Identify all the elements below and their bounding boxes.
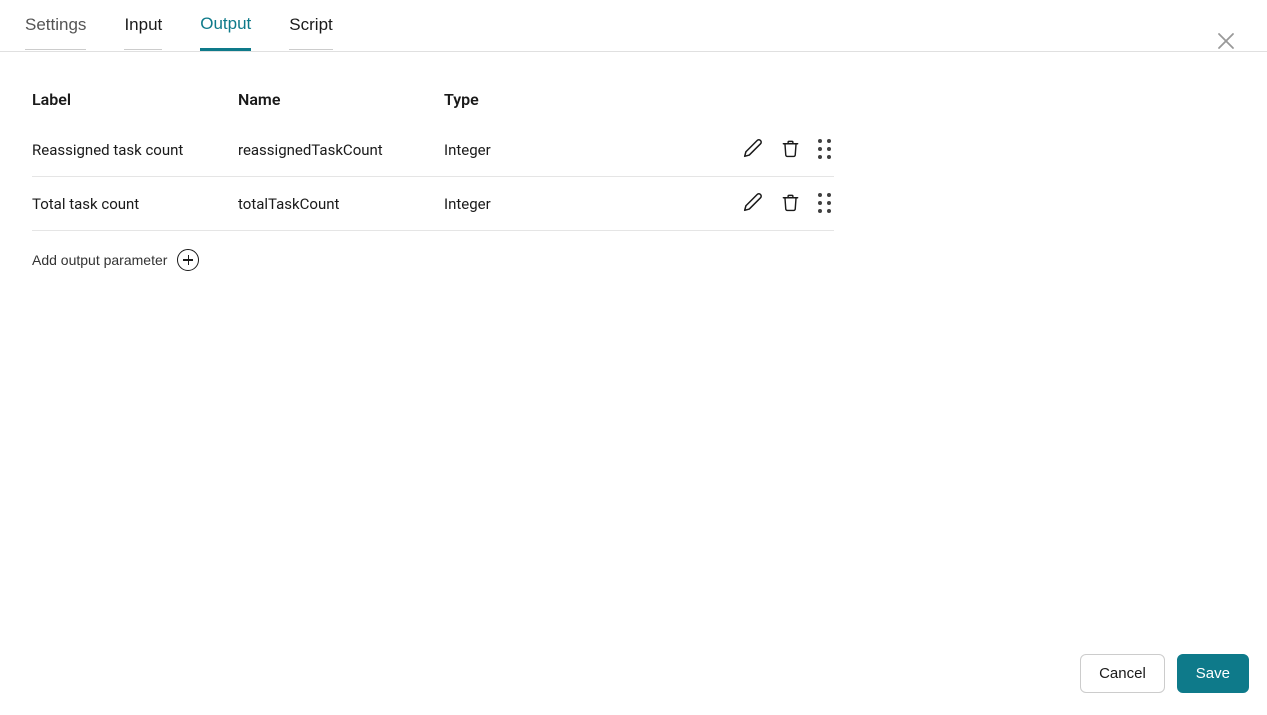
drag-handle[interactable]: [816, 137, 834, 163]
add-output-parameter-button[interactable]: Add output parameter: [32, 249, 199, 271]
column-header-label: Label: [32, 90, 238, 109]
table-header: Label Name Type: [32, 72, 834, 123]
add-output-parameter-label: Add output parameter: [32, 252, 167, 268]
cell-name: totalTaskCount: [238, 195, 444, 213]
delete-button[interactable]: [779, 191, 802, 217]
table-row: Reassigned task count reassignedTaskCoun…: [32, 123, 834, 177]
tabs: Settings Input Output Script: [25, 0, 1242, 51]
tab-output[interactable]: Output: [200, 0, 251, 51]
close-button[interactable]: [1213, 28, 1239, 54]
drag-handle-icon: [818, 139, 832, 161]
cell-type: Integer: [444, 141, 734, 159]
drag-handle[interactable]: [816, 191, 834, 217]
cell-label: Total task count: [32, 195, 238, 213]
table-row: Total task count totalTaskCount Integer: [32, 177, 834, 231]
column-header-type: Type: [444, 90, 734, 109]
edit-button[interactable]: [741, 136, 765, 163]
edit-button[interactable]: [741, 190, 765, 217]
pencil-icon: [743, 192, 763, 215]
tab-input[interactable]: Input: [124, 0, 162, 51]
tab-script[interactable]: Script: [289, 0, 332, 51]
tab-settings[interactable]: Settings: [25, 0, 86, 51]
cell-name: reassignedTaskCount: [238, 141, 444, 159]
plus-circle-icon: [177, 249, 199, 271]
cell-label: Reassigned task count: [32, 141, 238, 159]
trash-icon: [781, 193, 800, 215]
pencil-icon: [743, 138, 763, 161]
column-header-name: Name: [238, 90, 444, 109]
delete-button[interactable]: [779, 137, 802, 163]
close-icon: [1217, 32, 1235, 50]
trash-icon: [781, 139, 800, 161]
save-button[interactable]: Save: [1177, 654, 1249, 693]
cancel-button[interactable]: Cancel: [1080, 654, 1165, 693]
cell-type: Integer: [444, 195, 734, 213]
output-parameters-table: Label Name Type Reassigned task count re…: [32, 72, 834, 231]
footer: Cancel Save: [1080, 654, 1249, 693]
drag-handle-icon: [818, 193, 832, 215]
